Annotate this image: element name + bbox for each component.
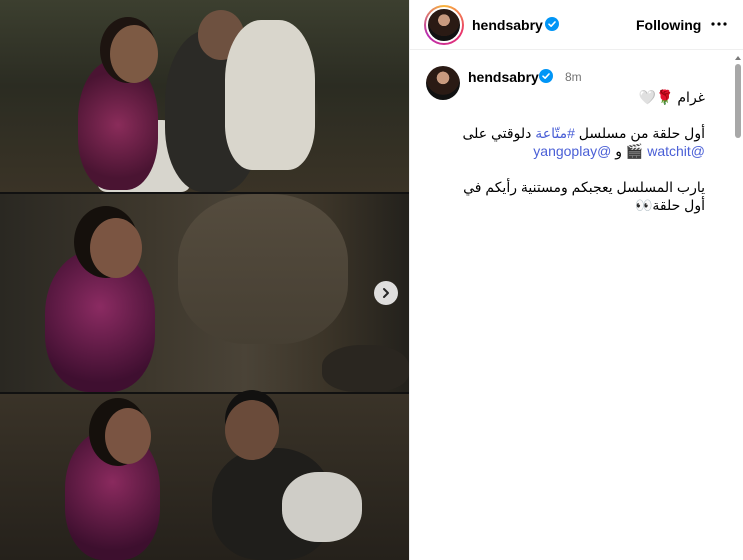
chevron-right-icon: [383, 288, 389, 298]
scrollbar-thumb[interactable]: [735, 64, 741, 138]
figure-shape: [322, 345, 409, 392]
post-side-panel: hendsabry Following hendsabry 8m غرام 🌹🤍…: [409, 0, 743, 560]
more-options-button[interactable]: [707, 12, 731, 36]
post-media[interactable]: [0, 0, 409, 560]
media-frame-1: [0, 0, 409, 192]
verified-badge-icon: [545, 17, 559, 31]
caption-line: @watchit 🎬 و @yangoplay: [425, 142, 705, 160]
next-media-button[interactable]: [374, 281, 398, 305]
following-button[interactable]: Following: [636, 17, 701, 33]
figure-shape: [282, 472, 362, 542]
caption-username[interactable]: hendsabry: [468, 69, 539, 85]
verified-badge-icon: [539, 69, 553, 83]
author-avatar[interactable]: [424, 5, 464, 45]
caption-scrollbar[interactable]: [732, 56, 743, 220]
figure-shape: [225, 20, 315, 170]
author-username[interactable]: hendsabry: [472, 17, 543, 33]
mention-link[interactable]: @watchit: [647, 143, 705, 159]
figure-shape: [225, 400, 279, 460]
caption-text: 🎬: [621, 143, 644, 159]
figure-shape: [78, 60, 158, 190]
more-horizontal-icon: [711, 22, 727, 26]
caption-text: أول حلقة من مسلسل: [574, 125, 705, 141]
caption-line: أول حلقة👀: [634, 197, 705, 213]
hashtag-link[interactable]: #متّاعة: [535, 125, 575, 141]
figure-shape: [110, 25, 158, 83]
caption-line: غرام 🌹🤍: [638, 89, 705, 105]
caption-line: أول حلقة من مسلسل #متّاعة دلوقتي على: [425, 124, 705, 142]
figure-shape: [178, 194, 348, 344]
mention-link[interactable]: @yangoplay: [533, 143, 611, 159]
caption-text: و: [611, 143, 622, 159]
scroll-up-arrow-icon[interactable]: [735, 56, 741, 60]
caption-text: دلوقتي على: [462, 125, 536, 141]
post-timestamp[interactable]: 8m: [565, 70, 582, 84]
figure-shape: [90, 218, 142, 278]
figure-shape: [105, 408, 151, 464]
avatar-image: [426, 7, 462, 43]
post-header: hendsabry Following: [410, 0, 743, 50]
caption-line: يارب المسلسل يعجبكم ومستنية رأيكم في: [463, 179, 705, 195]
